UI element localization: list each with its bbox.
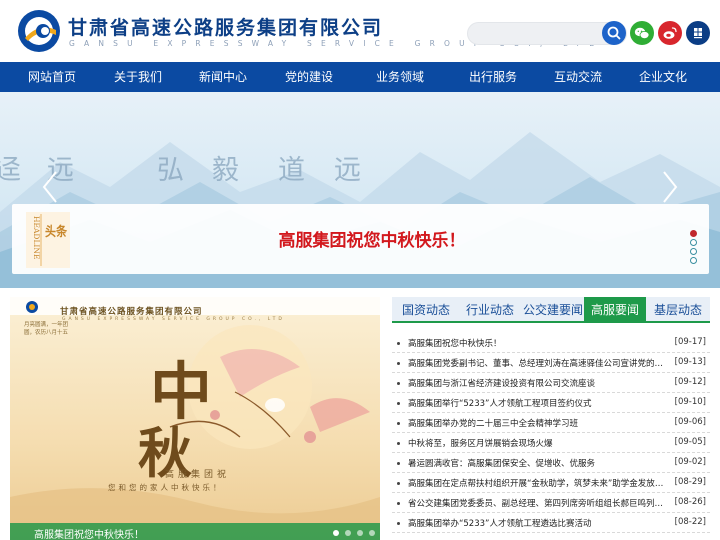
- wechat-icon: [634, 27, 650, 39]
- company-logo[interactable]: [16, 8, 62, 54]
- news-item-date: [09-05]: [674, 437, 706, 447]
- search-button[interactable]: [602, 21, 626, 45]
- bullet-icon: [397, 342, 400, 345]
- news-item[interactable]: 省公交建集团党委委员、副总经理、第四列席旁听组组长郝巨鸣列席旁… [08-26]: [392, 493, 710, 513]
- news-item[interactable]: 高服集团举办党的二十届三中全会精神学习班 [09-06]: [392, 413, 710, 433]
- main-nav: 网站首页 关于我们 新闻中心 党的建设 业务领域 出行服务 互动交流 企业文化: [0, 62, 720, 92]
- poster-greeting-line-1: 高服集团祝: [165, 470, 231, 480]
- mobile-app-button[interactable]: [686, 21, 710, 45]
- news-item-title[interactable]: 高服集团举行“5233”人才领航工程项目签约仪式: [408, 397, 666, 409]
- company-name: 甘肃省高速公路服务集团有限公司: [68, 17, 384, 39]
- news-item[interactable]: 高服集团党委副书记、董事、总经理刘涛在高速驿佳公司宣讲党的二十… [09-13]: [392, 353, 710, 373]
- news-item-title[interactable]: 中秋将至，服务区月饼展销会现场火爆: [408, 437, 666, 449]
- news-item[interactable]: 高服集团祝您中秋快乐！ [09-17]: [392, 333, 710, 353]
- bullet-icon: [397, 402, 400, 405]
- bullet-icon: [397, 442, 400, 445]
- poster-company-name-en: GANSU EXPRESSWAY SERVICE GROUP CO., LTD: [62, 317, 285, 322]
- bullet-icon: [397, 422, 400, 425]
- news-item-title[interactable]: 高服集团祝您中秋快乐！: [408, 337, 666, 349]
- banner-dot-3[interactable]: [690, 248, 697, 255]
- bullet-icon: [397, 522, 400, 525]
- search-input[interactable]: [478, 26, 598, 42]
- news-item[interactable]: 高服集团与浙江省经济建设投资有限公司交流座谈 [09-12]: [392, 373, 710, 393]
- news-item-title[interactable]: 高服集团举办党的二十届三中全会精神学习班: [408, 417, 666, 429]
- poster-greeting-line-2: 您和您的家人中秋快乐！: [108, 483, 224, 492]
- bullet-icon: [397, 482, 400, 485]
- poster-date-text: 月亮圆满，一年团圆，农历八月十五: [24, 322, 69, 336]
- tab-gaofu-news[interactable]: 高服要闻: [584, 297, 646, 323]
- poster-company-name: 甘肃省高速公路服务集团有限公司: [60, 307, 203, 317]
- featured-poster[interactable]: 甘肃省高速公路服务集团有限公司 GANSU EXPRESSWAY SERVICE…: [10, 297, 380, 540]
- site-header: 甘肃省高速公路服务集团有限公司 GANSU EXPRESSWAY SERVICE…: [0, 0, 720, 62]
- news-item[interactable]: 高服集团举办“5233”人才领航工程遴选比赛活动 [08-22]: [392, 513, 710, 533]
- banner-dot-1[interactable]: [690, 230, 697, 237]
- bullet-icon: [397, 362, 400, 365]
- nav-item-travel[interactable]: 出行服务: [457, 62, 529, 92]
- news-item-date: [09-02]: [674, 457, 706, 467]
- headline-tag-en: HEADLINE: [32, 216, 41, 259]
- nav-item-business[interactable]: 业务领域: [364, 62, 436, 92]
- calligraphy-char-4: 毅: [212, 155, 239, 186]
- app-icon: [694, 28, 702, 39]
- news-item[interactable]: 暑运圆满收官：高服集团保安全、促增收、优服务 [09-02]: [392, 453, 710, 473]
- nav-item-party[interactable]: 党的建设: [273, 62, 345, 92]
- tab-gjj-news[interactable]: 公交建要闻: [520, 297, 586, 323]
- news-item-date: [09-17]: [674, 337, 706, 347]
- prev-slide-arrow-icon[interactable]: [40, 170, 60, 204]
- news-item-date: [08-22]: [674, 517, 706, 527]
- news-item-title[interactable]: 高服集团在定点帮扶村组织开展“金秋助学，筑梦未来”助学金发放活动: [408, 477, 666, 489]
- weibo-icon: [663, 27, 677, 39]
- news-item[interactable]: 高服集团举行“5233”人才领航工程项目签约仪式 [09-10]: [392, 393, 710, 413]
- news-item-title[interactable]: 高服集团与浙江省经济建设投资有限公司交流座谈: [408, 377, 666, 389]
- nav-item-home[interactable]: 网站首页: [16, 62, 88, 92]
- news-item-title[interactable]: 省公交建集团党委委员、副总经理、第四列席旁听组组长郝巨鸣列席旁…: [408, 497, 666, 509]
- news-tabs: 国资动态 行业动态 公交建要闻 高服要闻 基层动态: [392, 297, 710, 323]
- headline-tag-cn: 头条: [45, 224, 68, 240]
- news-item-title[interactable]: 高服集团举办“5233”人才领航工程遴选比赛活动: [408, 517, 666, 529]
- nav-item-news[interactable]: 新闻中心: [187, 62, 259, 92]
- news-item-date: [09-13]: [674, 357, 706, 367]
- news-item-title[interactable]: 高服集团党委副书记、董事、总经理刘涛在高速驿佳公司宣讲党的二十…: [408, 357, 666, 369]
- nav-item-culture[interactable]: 企业文化: [627, 62, 699, 92]
- tab-grassroots[interactable]: 基层动态: [646, 297, 710, 323]
- calligraphy-char-1: 迳: [0, 155, 21, 186]
- calligraphy-char-3: 弘: [157, 155, 184, 186]
- tab-industry[interactable]: 行业动态: [458, 297, 522, 323]
- hero-banner: 迳 远 弘 毅 道 远 HEADLINE 头条 高服集团祝您中秋快乐！: [0, 92, 720, 288]
- nav-item-interaction[interactable]: 互动交流: [542, 62, 614, 92]
- bullet-icon: [397, 502, 400, 505]
- wechat-button[interactable]: [630, 21, 654, 45]
- nav-item-about[interactable]: 关于我们: [102, 62, 174, 92]
- poster-caption[interactable]: 高服集团祝您中秋快乐！: [34, 526, 144, 540]
- tab-state-assets[interactable]: 国资动态: [392, 297, 460, 323]
- news-panel: 国资动态 行业动态 公交建要闻 高服要闻 基层动态 高服集团祝您中秋快乐！ [0…: [392, 297, 710, 540]
- bullet-icon: [397, 462, 400, 465]
- news-item-date: [08-26]: [674, 497, 706, 507]
- search-icon: [607, 26, 621, 40]
- bullet-icon: [397, 382, 400, 385]
- news-item-date: [08-29]: [674, 477, 706, 487]
- headline-box[interactable]: HEADLINE 头条 高服集团祝您中秋快乐！: [12, 204, 709, 274]
- news-item-date: [09-12]: [674, 377, 706, 387]
- poster-slide-dots[interactable]: [332, 529, 376, 537]
- calligraphy-char-5: 道: [278, 155, 305, 186]
- news-item[interactable]: 中秋将至，服务区月饼展销会现场火爆 [09-05]: [392, 433, 710, 453]
- news-item-date: [09-10]: [674, 397, 706, 407]
- banner-dot-4[interactable]: [690, 257, 697, 264]
- weibo-button[interactable]: [658, 21, 682, 45]
- headline-tag: HEADLINE 头条: [26, 212, 70, 268]
- news-item[interactable]: 高服集团在定点帮扶村组织开展“金秋助学，筑梦未来”助学金发放活动 [08-29]: [392, 473, 710, 493]
- calligraphy-char-6: 远: [334, 155, 361, 186]
- news-item-title[interactable]: 暑运圆满收官：高服集团保安全、促增收、优服务: [408, 457, 666, 469]
- headline-title[interactable]: 高服集团祝您中秋快乐！: [182, 226, 562, 251]
- next-slide-arrow-icon[interactable]: [660, 170, 680, 204]
- banner-dot-2[interactable]: [690, 239, 697, 246]
- news-item-date: [09-06]: [674, 417, 706, 427]
